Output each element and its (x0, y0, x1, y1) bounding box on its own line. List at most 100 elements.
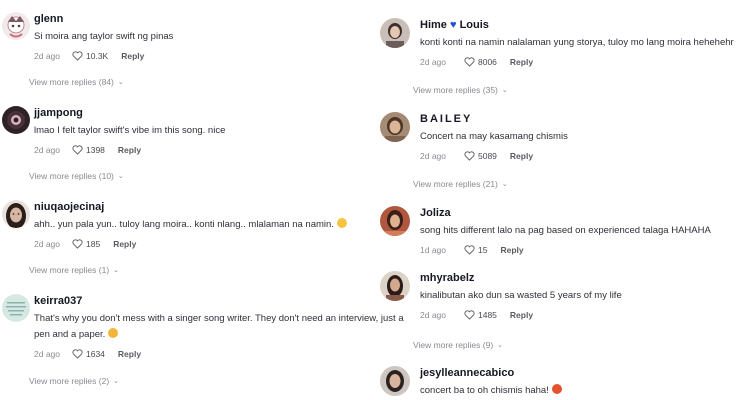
avatar[interactable] (380, 271, 410, 301)
comment-date: 2d ago (420, 310, 446, 320)
avatar[interactable] (380, 112, 410, 142)
username[interactable]: niuqaojecinaj (34, 200, 366, 214)
view-more-replies-button[interactable]: View more replies (1) ⌄ (29, 265, 119, 275)
view-more-label: View more replies (9) (413, 340, 494, 350)
like-count: 185 (86, 239, 101, 249)
view-more-label: View more replies (1) (29, 265, 110, 275)
dark-avatar-icon (2, 106, 30, 134)
comment-text-line: pen and a paper. (34, 329, 106, 340)
chevron-down-icon: ⌄ (113, 378, 120, 385)
heart-icon (464, 310, 475, 320)
chevron-down-icon: ⌄ (117, 173, 124, 180)
reply-button[interactable]: Reply (500, 245, 523, 255)
heart-icon (72, 145, 83, 155)
wink-emoji-icon (108, 328, 119, 338)
like-count: 1398 (86, 145, 105, 155)
avatar[interactable] (2, 200, 30, 228)
view-more-replies-button[interactable]: View more replies (9) ⌄ (413, 340, 503, 350)
comment-text: konti konti na namin nalalaman yung stor… (420, 37, 734, 48)
comment-text: That's why you don't mess with a singer … (34, 312, 404, 341)
username-text: Hime (420, 19, 447, 31)
like-button[interactable]: 1485 (464, 310, 497, 320)
like-button[interactable]: 1634 (72, 349, 105, 359)
comment-text-body: concert ba to oh chismis haha! (420, 385, 549, 396)
text-avatar-icon (2, 294, 30, 322)
view-more-label: View more replies (2) (29, 376, 110, 386)
like-button[interactable]: 15 (464, 245, 487, 255)
avatar[interactable] (380, 366, 410, 396)
comment-column-right: Hime ♥ Louis konti konti na namin nalala… (378, 0, 750, 400)
comment-text-line: That's why you don't mess with a singer … (34, 313, 404, 324)
comment-date: 2d ago (34, 239, 60, 249)
avatar[interactable] (380, 18, 410, 48)
comment-date: 2d ago (420, 151, 446, 161)
blue-heart-icon: ♥ (449, 19, 457, 31)
view-more-label: View more replies (35) (413, 85, 498, 95)
view-more-replies-button[interactable]: View more replies (84) ⌄ (29, 77, 124, 87)
view-more-replies-button[interactable]: View more replies (2) ⌄ (29, 376, 119, 386)
chevron-down-icon: ⌄ (497, 342, 504, 349)
photo-avatar-icon (380, 18, 410, 48)
comment-date: 2d ago (34, 51, 60, 61)
view-more-label: View more replies (21) (413, 179, 498, 189)
like-count: 5089 (478, 151, 497, 161)
view-more-replies-button[interactable]: View more replies (10) ⌄ (29, 171, 124, 181)
username[interactable]: Joliza (420, 206, 746, 220)
avatar[interactable] (2, 12, 30, 40)
reply-button[interactable]: Reply (510, 151, 533, 161)
angry-emoji-icon (551, 384, 562, 394)
reply-button[interactable]: Reply (510, 57, 533, 67)
chevron-down-icon: ⌄ (501, 181, 508, 188)
heart-icon (72, 239, 83, 249)
smile-emoji-icon (336, 218, 347, 228)
chevron-down-icon: ⌄ (113, 267, 120, 274)
like-button[interactable]: 1398 (72, 145, 105, 155)
comment-text: Concert na may kasamang chismis (420, 131, 568, 142)
comment-text-body: ahh.. yun pala yun.. tuloy lang moira.. … (34, 219, 334, 230)
username[interactable]: mhyrabelz (420, 271, 746, 285)
view-more-label: View more replies (10) (29, 171, 114, 181)
reply-button[interactable]: Reply (121, 51, 144, 61)
avatar[interactable] (2, 294, 30, 322)
heart-icon (72, 51, 83, 61)
username[interactable]: jesylleannecabico (420, 366, 746, 380)
like-button[interactable]: 5089 (464, 151, 497, 161)
username[interactable]: keirra037 (34, 294, 366, 308)
chevron-down-icon: ⌄ (501, 87, 508, 94)
like-button[interactable]: 185 (72, 239, 100, 249)
heart-icon (464, 57, 475, 67)
reply-button[interactable]: Reply (113, 239, 136, 249)
reply-button[interactable]: Reply (118, 349, 141, 359)
photo-avatar-icon (380, 271, 410, 301)
like-count: 1485 (478, 310, 497, 320)
username[interactable]: glenn (34, 12, 366, 26)
username[interactable]: jjampong (34, 106, 366, 120)
like-button[interactable]: 10.3K (72, 51, 108, 61)
comment-date: 2d ago (34, 145, 60, 155)
comment-column-left: glenn Si moira ang taylor swift ng pinas… (0, 0, 404, 400)
photo-avatar-icon (380, 206, 410, 236)
photo-avatar-icon (380, 112, 410, 142)
username[interactable]: BAILEY (420, 112, 746, 126)
view-more-replies-button[interactable]: View more replies (35) ⌄ (413, 85, 508, 95)
comment-text: song hits different lalo na pag based on… (420, 225, 711, 236)
like-count: 15 (478, 245, 488, 255)
avatar[interactable] (380, 206, 410, 236)
view-more-label: View more replies (84) (29, 77, 114, 87)
reply-button[interactable]: Reply (510, 310, 533, 320)
like-button[interactable]: 8006 (464, 57, 497, 67)
username-text: Louis (459, 19, 489, 31)
comment-text: ahh.. yun pala yun.. tuloy lang moira.. … (34, 218, 366, 231)
photo-avatar-icon (380, 366, 410, 396)
view-more-replies-button[interactable]: View more replies (21) ⌄ (413, 179, 508, 189)
chevron-down-icon: ⌄ (117, 79, 124, 86)
heart-icon (72, 349, 83, 359)
comment-date: 2d ago (420, 57, 446, 67)
like-count: 1634 (86, 349, 105, 359)
anime-avatar-icon (2, 12, 30, 40)
avatar[interactable] (2, 106, 30, 134)
username[interactable]: Hime ♥ Louis (420, 18, 746, 32)
heart-icon (464, 245, 475, 255)
photo-avatar-icon (2, 200, 30, 228)
reply-button[interactable]: Reply (118, 145, 141, 155)
